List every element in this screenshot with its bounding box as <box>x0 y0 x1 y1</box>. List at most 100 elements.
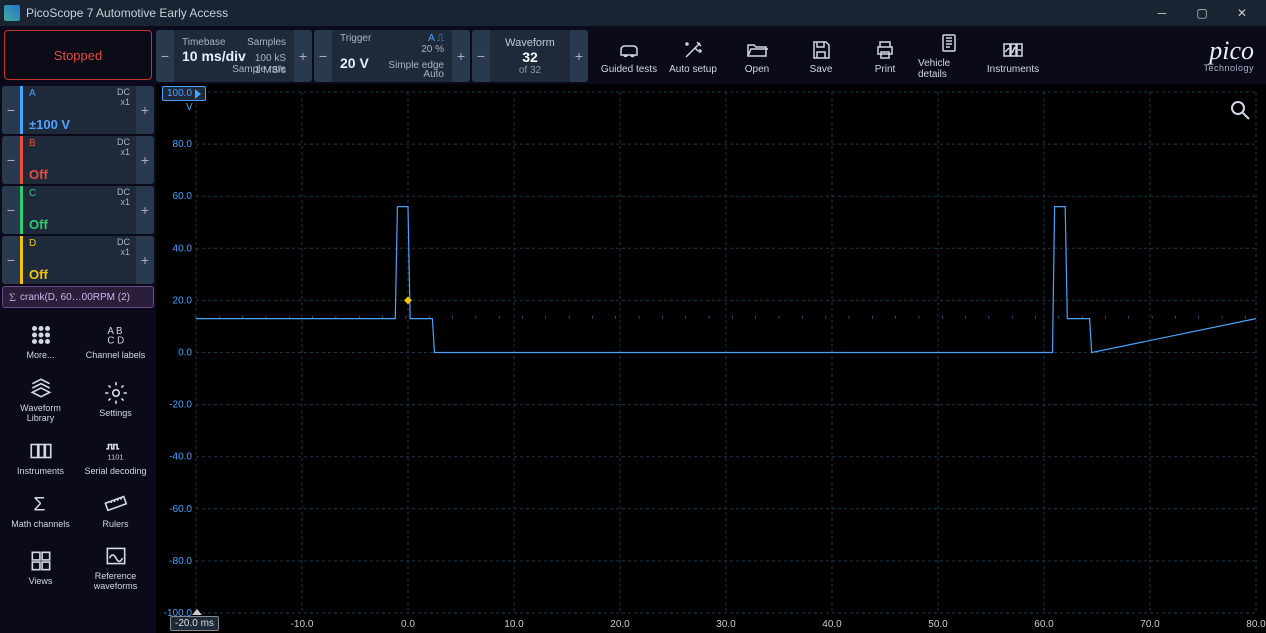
chart-area[interactable]: 80.0 60.0 40.0 20.0 0.0 -20.0 -40.0 -60.0 -80.0 -… <box>156 84 1266 633</box>
timebase-title: Timebase <box>182 37 226 48</box>
channel-B-plus[interactable]: + <box>136 136 154 184</box>
channel-B-body[interactable]: BDCx1 Off <box>20 136 136 184</box>
svg-text:10.0: 10.0 <box>504 619 524 630</box>
trigger-plus-button[interactable]: + <box>452 30 470 82</box>
x-axis-min-label[interactable]: -20.0 ms <box>170 616 219 631</box>
channel-C-value: Off <box>29 217 130 232</box>
waveform-library-button[interactable]: Waveform Library <box>6 371 75 428</box>
y-axis-max-label[interactable]: 100.0 <box>162 86 206 101</box>
math-channel-row[interactable]: Σ crank(D, 60…00RPM (2) <box>2 286 154 308</box>
trigger-percent: 20 % <box>421 44 444 55</box>
channel-C-plus[interactable]: + <box>136 186 154 234</box>
close-button[interactable]: ✕ <box>1222 0 1262 26</box>
trigger-channel: A <box>428 33 434 44</box>
svg-text:50.0: 50.0 <box>928 619 948 630</box>
timebase-samples: 100 kS <box>255 53 286 64</box>
open-button[interactable]: Open <box>726 36 788 77</box>
waveform-plot: 80.0 60.0 40.0 20.0 0.0 -20.0 -40.0 -60.0 -80.0 -… <box>156 84 1266 633</box>
title-bar: PicoScope 7 Automotive Early Access ─ ▢ … <box>0 0 1266 26</box>
trigger-body[interactable]: TriggerA ⎍ 20 % 20 VSimple edge Auto <box>332 30 452 82</box>
waveform-minus-button[interactable]: − <box>472 30 490 82</box>
channel-A-minus[interactable]: − <box>2 86 20 134</box>
timebase-plus-button[interactable]: + <box>294 30 312 82</box>
svg-text:20.0: 20.0 <box>173 295 193 306</box>
waveform-title: Waveform <box>505 37 555 49</box>
rulers-button[interactable]: Rulers <box>81 487 150 534</box>
timebase-value: 10 ms/div <box>182 48 246 64</box>
svg-text:80.0: 80.0 <box>1246 619 1266 630</box>
channel-A: − ADCx1 ±100 V + <box>2 86 154 134</box>
svg-text:20.0: 20.0 <box>610 619 630 630</box>
timebase-body[interactable]: TimebaseSamples 10 ms/div100 kS Sample r… <box>174 30 294 82</box>
settings-button[interactable]: Settings <box>81 371 150 428</box>
views-button[interactable]: Views <box>6 539 75 596</box>
svg-text:60.0: 60.0 <box>173 191 193 202</box>
channel-D-plus[interactable]: + <box>136 236 154 284</box>
svg-text:1101: 1101 <box>107 452 123 461</box>
maximize-button[interactable]: ▢ <box>1182 0 1222 26</box>
svg-text:-20.0: -20.0 <box>169 400 192 411</box>
svg-text:40.0: 40.0 <box>822 619 842 630</box>
channel-D-minus[interactable]: − <box>2 236 20 284</box>
channel-B: − BDCx1 Off + <box>2 136 154 184</box>
zoom-icon[interactable] <box>1228 98 1252 122</box>
svg-text:-40.0: -40.0 <box>169 452 192 463</box>
timebase-control: − TimebaseSamples 10 ms/div100 kS Sample… <box>156 30 312 82</box>
trigger-minus-button[interactable]: − <box>314 30 332 82</box>
y-axis-unit: V <box>186 102 193 113</box>
channel-B-minus[interactable]: − <box>2 136 20 184</box>
waveform-plus-button[interactable]: + <box>570 30 588 82</box>
svg-text:0.0: 0.0 <box>178 348 192 359</box>
svg-text:80.0: 80.0 <box>173 139 193 150</box>
channel-B-value: Off <box>29 167 130 182</box>
print-button[interactable]: Print <box>854 36 916 77</box>
reference-waveforms-button[interactable]: Reference waveforms <box>81 539 150 596</box>
auto-setup-button[interactable]: Auto setup <box>662 36 724 77</box>
main-area: − ADCx1 ±100 V + − BDCx1 Off + − CDCx1 O… <box>0 84 1266 633</box>
svg-text:Σ: Σ <box>33 493 45 515</box>
sigma-icon: Σ <box>9 290 16 305</box>
channel-C-body[interactable]: CDCx1 Off <box>20 186 136 234</box>
svg-text:70.0: 70.0 <box>1140 619 1160 630</box>
channel-D-body[interactable]: DDCx1 Off <box>20 236 136 284</box>
svg-text:C D: C D <box>107 336 124 347</box>
brand-sub: Technology <box>1203 63 1254 73</box>
instruments-side-button[interactable]: Instruments <box>6 434 75 481</box>
channel-labels-button[interactable]: A BC DChannel labels <box>81 318 150 365</box>
serial-decoding-button[interactable]: 1101Serial decoding <box>81 434 150 481</box>
channel-A-plus[interactable]: + <box>136 86 154 134</box>
svg-text:0.0: 0.0 <box>401 619 415 630</box>
save-button[interactable]: Save <box>790 36 852 77</box>
channel-A-value: ±100 V <box>29 117 130 132</box>
trigger-title: Trigger <box>340 33 371 44</box>
capture-status[interactable]: Stopped <box>4 30 152 80</box>
svg-text:40.0: 40.0 <box>173 243 193 254</box>
instruments-button[interactable]: Instruments <box>982 36 1044 77</box>
channel-C: − CDCx1 Off + <box>2 186 154 234</box>
brand-text: pico <box>1209 39 1254 62</box>
svg-text:-80.0: -80.0 <box>169 556 192 567</box>
math-channels-button[interactable]: ΣMath channels <box>6 487 75 534</box>
channel-D-value: Off <box>29 267 130 282</box>
top-toolbar: Stopped − Timebase Samples 10 ms/div 100 k… <box>0 26 1266 84</box>
svg-text:60.0: 60.0 <box>1034 619 1054 630</box>
minimize-button[interactable]: ─ <box>1142 0 1182 26</box>
timebase-minus-button[interactable]: − <box>156 30 174 82</box>
app-icon <box>4 5 20 21</box>
svg-text:-60.0: -60.0 <box>169 504 192 515</box>
timebase-samples-label: Samples <box>247 37 286 48</box>
waveform-sub: of 32 <box>519 65 541 76</box>
guided-tests-button[interactable]: Guided tests <box>598 36 660 77</box>
waveform-value: 32 <box>522 49 538 65</box>
vehicle-details-button[interactable]: Vehicle details <box>918 30 980 82</box>
tool-icons: Guided tests Auto setup Open Save Print … <box>598 28 1044 84</box>
window-title: PicoScope 7 Automotive Early Access <box>26 6 228 20</box>
more-button[interactable]: More... <box>6 318 75 365</box>
waveform-body[interactable]: Waveform 32 of 32 <box>490 30 570 82</box>
timebase-rate: 1 MS/s <box>255 65 286 76</box>
sidebar: − ADCx1 ±100 V + − BDCx1 Off + − CDCx1 O… <box>0 84 156 633</box>
trigger-auto: Auto <box>423 69 444 80</box>
svg-text:-10.0: -10.0 <box>291 619 314 630</box>
channel-C-minus[interactable]: − <box>2 186 20 234</box>
channel-A-body[interactable]: ADCx1 ±100 V <box>20 86 136 134</box>
